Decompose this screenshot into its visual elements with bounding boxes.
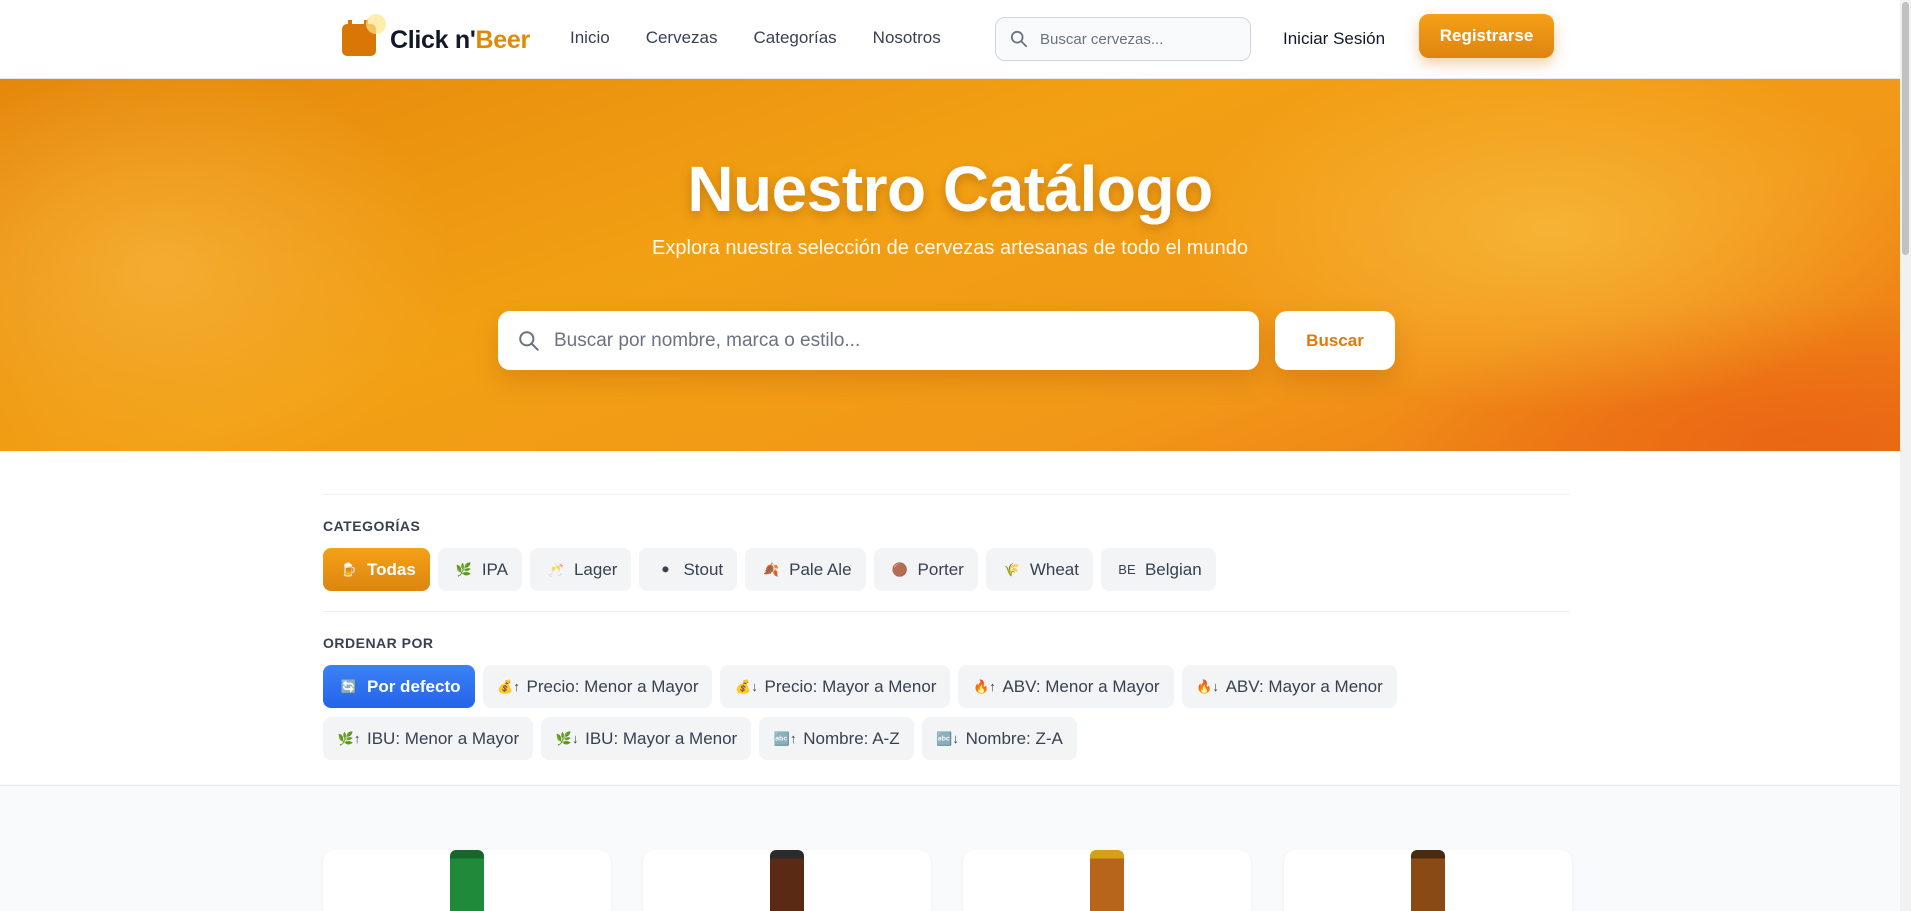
- category-chip-pale-ale[interactable]: 🍂 Pale Ale: [745, 548, 866, 591]
- category-chip-icon: 🌾: [1003, 561, 1020, 577]
- categories-label: CATEGORÍAS: [323, 518, 421, 534]
- sort-chip-nombre-z-a[interactable]: 🔤↓ Nombre: Z-A: [921, 717, 1077, 760]
- search-icon: [1010, 30, 1028, 48]
- category-chip-label: IPA: [481, 559, 508, 579]
- category-chip-icon: BE: [1118, 562, 1136, 577]
- category-chip-label: Lager: [573, 559, 618, 579]
- category-filters: 🍺 Todas 🌿 IPA 🥂 Lager ⚫ Stout 🍂 Pale Ale 🟤 Porter 🌾 W…: [323, 548, 1216, 591]
- sort-chip-icon: 💰↑: [497, 678, 520, 694]
- header-search: [995, 17, 1251, 61]
- category-chip-icon: ⚫: [659, 561, 671, 577]
- category-chip-wheat[interactable]: 🌾 Wheat: [985, 548, 1093, 591]
- category-chip-stout[interactable]: ⚫ Stout: [639, 548, 738, 591]
- beer-logo-icon: [342, 14, 386, 56]
- beer-bottle-image: [450, 850, 484, 911]
- category-chip-lager[interactable]: 🥂 Lager: [529, 548, 632, 591]
- sort-chip-por-defecto[interactable]: 🔄 Por defecto: [323, 665, 475, 708]
- category-chip-icon: 🌿: [455, 561, 472, 577]
- category-chip-label: Pale Ale: [789, 559, 852, 579]
- search-icon: [519, 330, 539, 351]
- header-search-input[interactable]: [1040, 30, 1230, 48]
- sort-options-row-2: 🌿↑ IBU: Menor a Mayor 🌿↓ IBU: Mayor a Menor…: [323, 717, 1077, 760]
- category-chip-belgian[interactable]: BE Belgian: [1100, 548, 1216, 591]
- product-card[interactable]: [323, 850, 611, 911]
- sort-chip-nombre-a-z[interactable]: 🔤↑ Nombre: A-Z: [759, 717, 914, 760]
- beer-bottle-image: [1411, 850, 1445, 911]
- sort-chip-label: IBU: Menor a Mayor: [367, 728, 520, 748]
- brand-name-accent: Beer: [475, 25, 531, 54]
- sort-options-row-1: 🔄 Por defecto 💰↑ Precio: Menor a Mayor 💰↓ Pre…: [323, 665, 1397, 708]
- sort-chip-precio-menor-a-mayor[interactable]: 💰↑ Precio: Menor a Mayor: [482, 665, 713, 708]
- search-button[interactable]: Buscar: [1275, 311, 1395, 370]
- sort-chip-label: Nombre: A-Z: [803, 728, 900, 748]
- sort-chip-ibu-mayor-a-menor[interactable]: 🌿↓ IBU: Mayor a Menor: [541, 717, 752, 760]
- divider: [323, 611, 1570, 612]
- sort-chip-icon: 🔥↓: [1196, 678, 1219, 694]
- product-card[interactable]: [643, 850, 931, 911]
- sort-chip-label: IBU: Mayor a Menor: [585, 728, 738, 748]
- category-chip-porter[interactable]: 🟤 Porter: [873, 548, 978, 591]
- hero-search: [498, 311, 1259, 370]
- sort-chip-label: Precio: Menor a Mayor: [526, 676, 699, 696]
- nav-cervezas[interactable]: Cervezas: [646, 28, 718, 48]
- category-chip-label: Porter: [917, 559, 964, 579]
- category-chip-icon: 🥂: [547, 561, 565, 577]
- sort-chip-label: ABV: Mayor a Menor: [1225, 676, 1383, 696]
- category-chip-icon: 🍺: [340, 561, 358, 577]
- category-chip-label: Todas: [367, 559, 416, 579]
- sort-label: ORDENAR POR: [323, 635, 434, 651]
- sort-chip-label: ABV: Menor a Mayor: [1002, 676, 1160, 696]
- nav-nosotros[interactable]: Nosotros: [873, 28, 941, 48]
- sort-chip-icon: 🌿↑: [337, 730, 361, 746]
- category-chip-label: Belgian: [1144, 559, 1202, 579]
- sort-chip-icon: 🔄: [340, 678, 358, 694]
- product-card[interactable]: [1284, 850, 1572, 911]
- nav-categorias[interactable]: Categorías: [754, 28, 837, 48]
- category-chip-todas[interactable]: 🍺 Todas: [323, 548, 430, 591]
- sort-chip-precio-mayor-a-menor[interactable]: 💰↓ Precio: Mayor a Menor: [720, 665, 951, 708]
- sort-chip-label: Nombre: Z-A: [965, 728, 1063, 748]
- top-navbar: Click n'Beer Inicio Cervezas Categorías …: [0, 0, 1900, 79]
- category-chip-icon: 🟤: [891, 561, 908, 577]
- brand-logo[interactable]: Click n'Beer: [342, 14, 530, 58]
- sort-chip-icon: 🔥↑: [973, 678, 996, 694]
- sort-chip-label: Precio: Mayor a Menor: [764, 676, 937, 696]
- category-chip-label: Wheat: [1029, 559, 1079, 579]
- sort-chip-abv-menor-a-mayor[interactable]: 🔥↑ ABV: Menor a Mayor: [958, 665, 1174, 708]
- hero-banner: Nuestro Catálogo Explora nuestra selecci…: [0, 79, 1900, 451]
- product-grid: [0, 785, 1900, 911]
- page-subtitle: Explora nuestra selección de cervezas ar…: [652, 237, 1248, 259]
- sort-chip-label: Por defecto: [367, 676, 461, 696]
- scrollbar-thumb[interactable]: [1902, 2, 1909, 255]
- category-chip-ipa[interactable]: 🌿 IPA: [437, 548, 522, 591]
- sort-chip-icon: 🌿↓: [555, 730, 579, 746]
- beer-bottle-image: [1090, 850, 1124, 911]
- divider: [323, 494, 1570, 495]
- product-card[interactable]: [963, 850, 1251, 911]
- sort-chip-icon: 🔤↓: [936, 730, 959, 746]
- page-title: Nuestro Catálogo: [687, 153, 1213, 225]
- brand-name-main: Click n': [390, 25, 476, 54]
- sort-chip-abv-mayor-a-menor[interactable]: 🔥↓ ABV: Mayor a Menor: [1181, 665, 1397, 708]
- beer-bottle-image: [770, 850, 804, 911]
- nav-inicio[interactable]: Inicio: [570, 28, 610, 48]
- brand-name: Click n'Beer: [390, 26, 530, 55]
- catalog-search-input[interactable]: [554, 329, 1234, 352]
- sort-chip-icon: 🔤↑: [773, 730, 797, 746]
- category-chip-icon: 🍂: [763, 561, 780, 577]
- login-link[interactable]: Iniciar Sesión: [1283, 29, 1385, 49]
- sort-chip-icon: 💰↓: [735, 678, 758, 694]
- register-button[interactable]: Registrarse: [1419, 14, 1554, 58]
- main-nav: Inicio Cervezas Categorías Nosotros: [570, 28, 941, 48]
- category-chip-label: Stout: [683, 559, 724, 579]
- sort-chip-ibu-menor-a-mayor[interactable]: 🌿↑ IBU: Menor a Mayor: [323, 717, 534, 760]
